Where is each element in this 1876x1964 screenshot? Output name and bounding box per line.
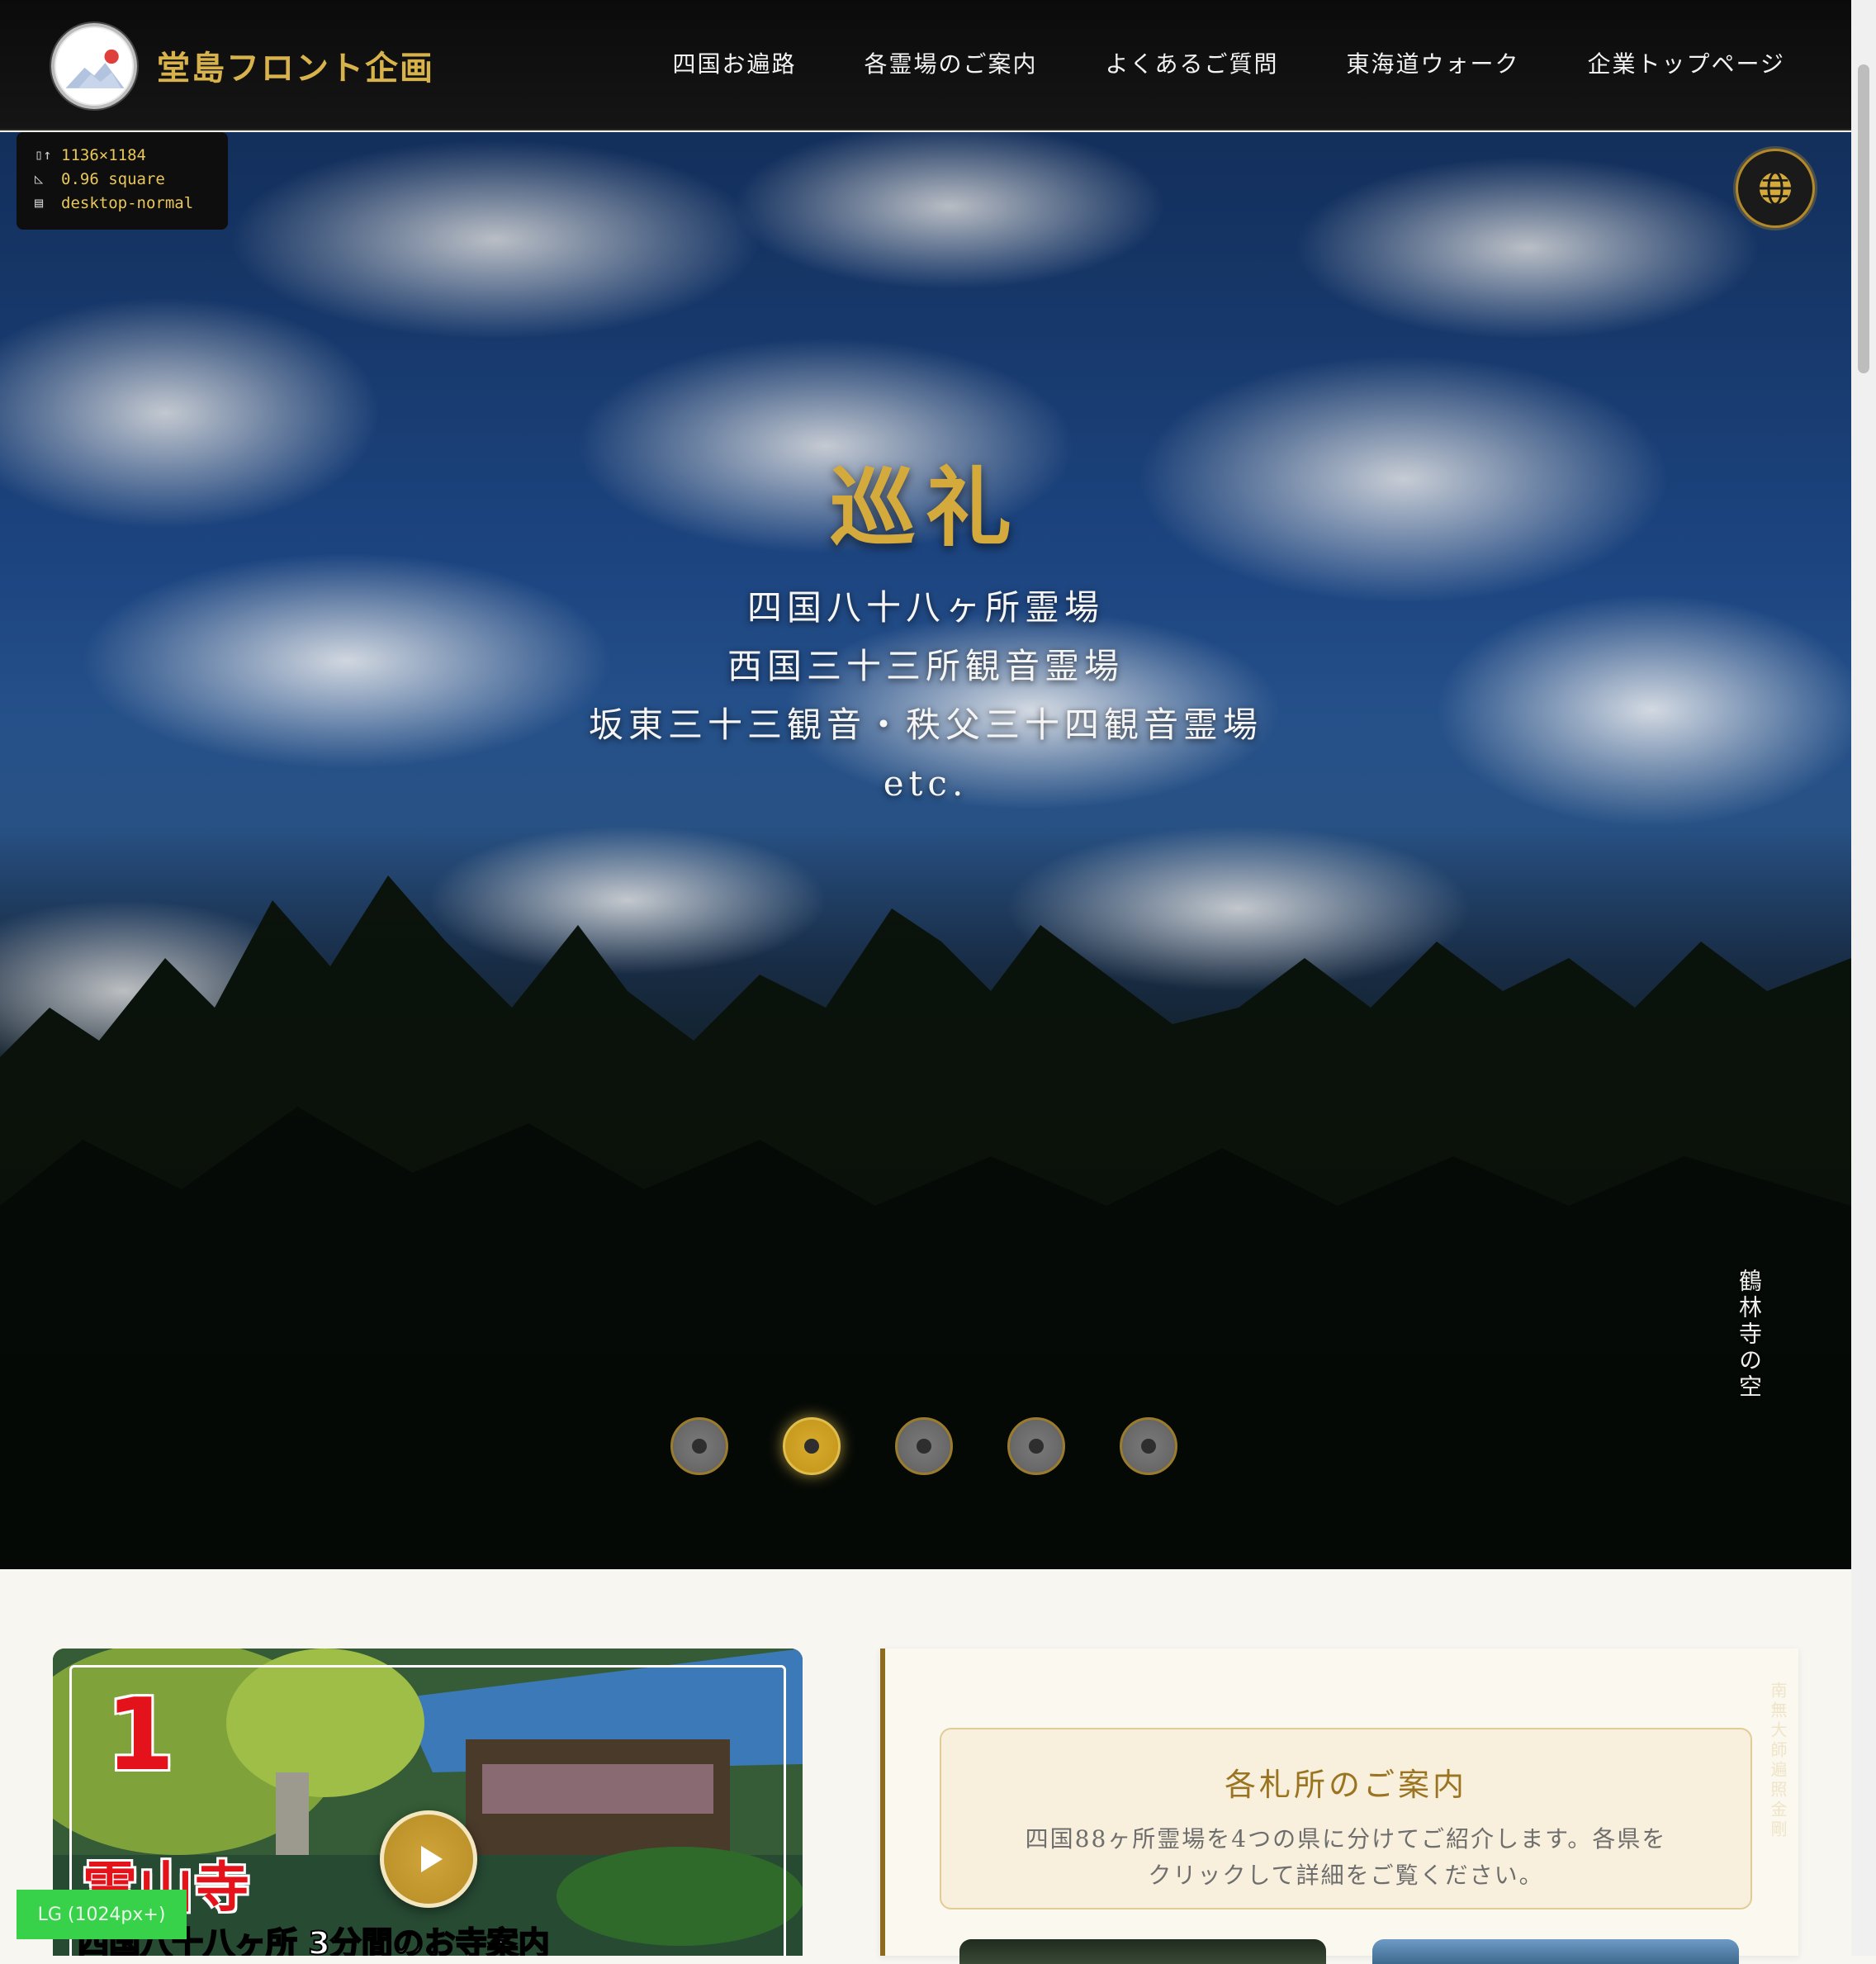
hero-overlay (0, 132, 1851, 1569)
temple-guide-panel: 南無大師遍照金剛 各札所のご案内 四国88ヶ所霊場を4つの県に分けてご紹介します… (880, 1649, 1798, 1964)
slider-dot-3[interactable] (895, 1417, 953, 1475)
site-logo[interactable] (51, 23, 137, 109)
decorative-vertical-text: 南無大師遍照金剛 (1768, 1682, 1788, 1840)
hero-subtitle: 四国八十八ヶ所霊場 西国三十三所観音霊場 坂東三十三観音・秩父三十四観音霊場 e… (0, 578, 1851, 813)
hero-line: etc. (883, 763, 969, 804)
slider-dot-2[interactable] (783, 1417, 841, 1475)
language-switch-button[interactable] (1736, 149, 1815, 228)
guide-title: 各札所のご案内 (1224, 1767, 1467, 1803)
video-number: 1 (106, 1678, 175, 1793)
photo-caption: 鶴林寺の空 (1736, 1269, 1763, 1401)
hero-slider: 巡礼 四国八十八ヶ所霊場 西国三十三所観音霊場 坂東三十三観音・秩父三十四観音霊… (0, 132, 1851, 1569)
nav-shikoku-henro[interactable]: 四国お遍路 (672, 46, 796, 79)
hero-line: 西国三十三所観音霊場 (727, 646, 1124, 686)
brand-name[interactable]: 堂島フロント企画 (157, 41, 434, 89)
guide-description: 四国88ヶ所霊場を4つの県に分けてご紹介します。各県をクリックして詳細をご覧くだ… (1025, 1825, 1667, 1889)
main-nav: 四国お遍路 各霊場のご案内 よくあるご質問 東海道ウォーク 企業トップページ (604, 46, 1785, 79)
prefecture-card[interactable] (959, 1939, 1326, 1964)
nav-corporate-top[interactable]: 企業トップページ (1588, 46, 1785, 79)
debug-viewport: 1136×1184 (61, 146, 146, 164)
hero-line: 坂東三十三観音・秩父三十四観音霊場 (588, 704, 1263, 745)
clipboard-icon: ▤ (35, 195, 44, 211)
slider-dot-1[interactable] (670, 1417, 728, 1475)
guide-intro-box: 各札所のご案内 四国88ヶ所霊場を4つの県に分けてご紹介します。各県をクリックし… (940, 1728, 1752, 1909)
debug-ratio: 0.96 square (61, 170, 165, 188)
globe-icon (1759, 171, 1792, 206)
phone-icon: ▯↑ (35, 147, 52, 164)
slider-dot-4[interactable] (1007, 1417, 1065, 1475)
nav-faq[interactable]: よくあるご質問 (1106, 46, 1279, 79)
prefecture-card[interactable] (1372, 1939, 1739, 1964)
debug-overlay: ▯↑ 1136×1184 ◺ 0.96 square ▤ desktop-normal (17, 132, 228, 230)
slider-dot-5[interactable] (1120, 1417, 1177, 1475)
nav-tokaido-walk[interactable]: 東海道ウォーク (1347, 46, 1520, 79)
nav-reijo-guide[interactable]: 各霊場のご案内 (865, 46, 1038, 79)
play-button[interactable] (380, 1810, 477, 1908)
hero-title: 巡礼 (829, 457, 1021, 558)
site-header: 堂島フロント企画 四国お遍路 各霊場のご案内 よくあるご質問 東海道ウォーク 企… (0, 0, 1851, 130)
logo-emblem-icon (55, 27, 133, 105)
breakpoint-badge: LG (1024px+) (17, 1890, 187, 1939)
page-scrollbar[interactable] (1851, 0, 1876, 1956)
debug-mode: desktop-normal (61, 194, 194, 212)
scrollbar-thumb[interactable] (1858, 64, 1869, 373)
hero-line: 四国八十八ヶ所霊場 (746, 587, 1104, 628)
prefecture-cards (959, 1939, 1739, 1964)
ruler-icon: ◺ (35, 171, 44, 187)
